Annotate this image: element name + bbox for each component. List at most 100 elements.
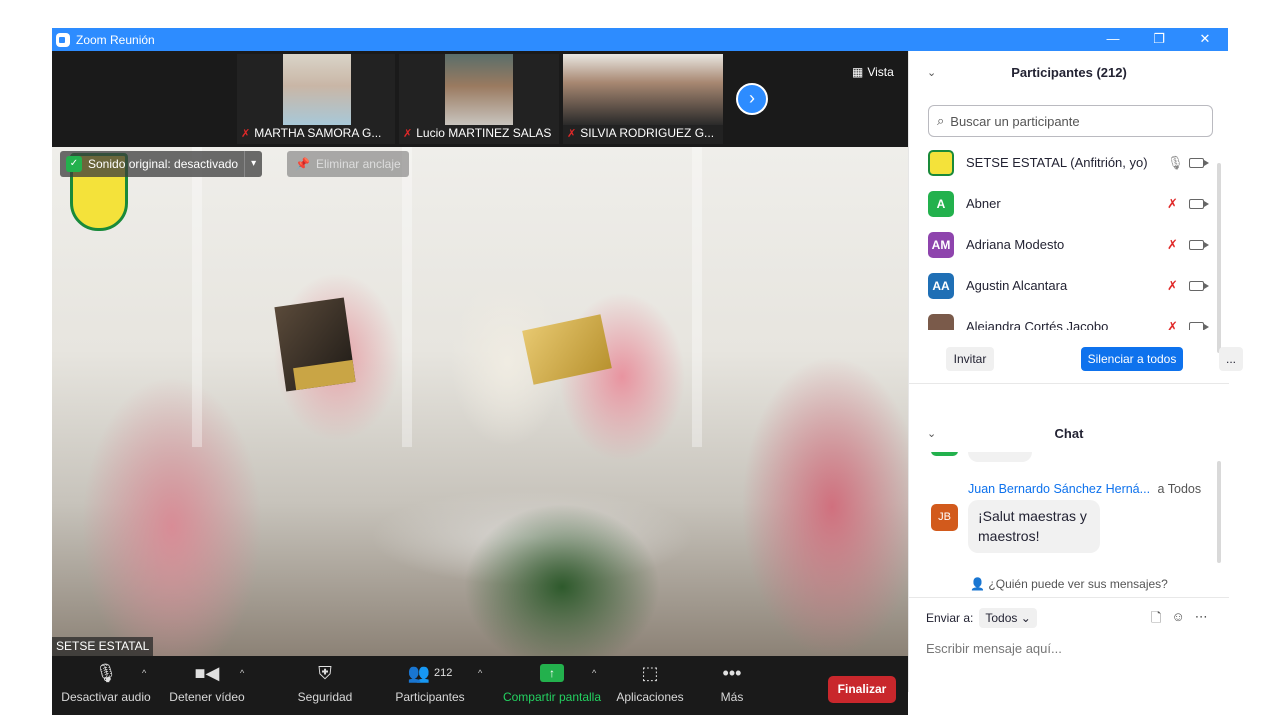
participant-row[interactable]: AM Adriana Modesto ✗ [909, 224, 1219, 265]
stop-video-button[interactable]: ■◀ Detener vídeo [166, 656, 248, 715]
chevron-up-icon[interactable]: ^ [478, 668, 482, 678]
curtain-decor [402, 147, 412, 447]
gift-box-image [522, 314, 612, 385]
view-label: Vista [867, 65, 894, 79]
recipient-select[interactable]: Todos ⌄ [979, 608, 1037, 628]
recipient-value: Todos [985, 611, 1018, 625]
chat-message-input[interactable]: Escribir mensaje aquí... [926, 641, 1062, 656]
invite-button[interactable]: Invitar [946, 347, 994, 371]
more-dots-icon[interactable]: ⋯ [1195, 609, 1208, 631]
participant-row[interactable]: SETSE ESTATAL (Anfitrión, yo) 🎙 [909, 142, 1219, 183]
avatar: AM [928, 231, 954, 258]
chevron-up-icon[interactable]: ^ [142, 668, 146, 678]
apps-button[interactable]: ⬚ Aplicaciones [614, 656, 686, 715]
speaker-name-label: SETSE ESTATAL [52, 637, 154, 656]
avatar: AA [928, 272, 954, 299]
participant-video [283, 54, 351, 125]
chevron-up-icon[interactable]: ^ [240, 668, 244, 678]
participant-name: Alejandra Cortés Jacobo [966, 319, 1109, 330]
participant-thumb[interactable]: ✗ Lucio MARTINEZ SALAS [399, 54, 559, 144]
participant-name: Agustin Alcantara [966, 278, 1068, 293]
mute-audio-button[interactable]: 🎙 Desactivar audio [60, 656, 152, 715]
curtain-decor [192, 147, 202, 447]
more-dots-icon: ••• [722, 662, 742, 683]
more-label: Más [720, 690, 744, 704]
next-page-button[interactable]: › [736, 83, 768, 115]
participant-thumb[interactable]: ✗ MARTHA SAMORA G... [237, 54, 395, 144]
mute-all-button[interactable]: Silenciar a todos [1081, 347, 1183, 371]
send-to-row: Enviar a: Todos ⌄ [926, 607, 1037, 629]
window-title: Zoom Reunión [76, 32, 155, 47]
participant-label: ✗ SILVIA RODRIGUEZ G... [563, 124, 714, 142]
file-icon[interactable]: 🗋 [1151, 609, 1161, 631]
share-screen-button[interactable]: ↑ Compartir pantalla [500, 656, 604, 715]
participants-button[interactable]: 👥 212 Participantes [390, 656, 470, 715]
emoji-icon[interactable]: ☺ [1171, 609, 1184, 631]
who-can-see-label: ¿Quién puede ver sus mensajes? [988, 577, 1168, 591]
divider [909, 383, 1229, 384]
participants-header: ⌄ Participantes (212) [909, 51, 1229, 95]
muted-mic-icon[interactable]: ✗ [1167, 237, 1178, 253]
chat-scrollbar[interactable] [1217, 461, 1221, 563]
collapse-chevron-icon[interactable]: ⌄ [927, 51, 936, 95]
security-button[interactable]: ⛨ Seguridad [292, 656, 358, 715]
view-button[interactable]: ▦ Vista [846, 61, 902, 83]
end-meeting-button[interactable]: Finalizar [828, 676, 896, 703]
participant-video [445, 54, 513, 125]
search-participant-input[interactable]: ⌕ Buscar un participante [928, 105, 1213, 137]
participants-count: 212 [434, 667, 453, 679]
minimize-button[interactable]: — [1090, 28, 1136, 51]
participants-scrollbar[interactable] [1217, 163, 1221, 353]
apps-icon: ⬚ [641, 662, 659, 683]
search-icon: ⌕ [937, 113, 945, 128]
camera-icon[interactable] [1189, 280, 1209, 291]
participant-name: MARTHA SAMORA G... [254, 126, 382, 140]
original-sound-toggle[interactable]: ✓ Sonido original: desactivado ▾ [60, 151, 263, 177]
avatar [931, 452, 958, 456]
participant-row[interactable]: Alejandra Cortés Jacobo ✗ [909, 306, 1219, 330]
muted-mic-icon[interactable]: ✗ [1167, 319, 1178, 331]
participant-name: SILVIA RODRIGUEZ G... [580, 126, 715, 140]
unpin-label: Eliminar anclaje [315, 157, 401, 171]
participant-list: SETSE ESTATAL (Anfitrión, yo) 🎙 A Abner … [909, 142, 1219, 330]
participant-name: SETSE ESTATAL (Anfitrión, yo) [966, 155, 1148, 170]
participant-row[interactable]: AA Agustin Alcantara ✗ [909, 265, 1219, 306]
restore-button[interactable]: ❐ [1136, 28, 1182, 51]
chat-messages: Juan Bernardo Sánchez Herná... a Todos J… [909, 452, 1219, 567]
participant-video [563, 54, 723, 125]
camera-icon[interactable] [1189, 157, 1209, 168]
microphone-icon[interactable]: 🎙 [1167, 155, 1184, 171]
who-can-see-link[interactable]: 👤 ¿Quién puede ver sus mensajes? [909, 577, 1229, 591]
participants-label: Participantes [395, 690, 465, 704]
more-button[interactable]: ••• Más [712, 656, 752, 715]
message-bubble: ¡Salut maestras y maestros! [968, 500, 1100, 553]
close-button[interactable]: ✕ [1182, 28, 1228, 51]
chevron-down-icon[interactable]: ▾ [244, 151, 262, 177]
camera-icon[interactable] [1189, 321, 1209, 330]
participant-name: Adriana Modesto [966, 237, 1065, 252]
participants-panel: ⌄ Participantes (212) ⌕ Buscar un partic… [908, 51, 1243, 692]
unpin-button[interactable]: 📌 Eliminar anclaje [287, 151, 409, 177]
avatar: JB [931, 504, 958, 531]
muted-mic-icon[interactable]: ✗ [1167, 196, 1178, 212]
camera-icon[interactable] [1189, 239, 1209, 250]
participant-row[interactable]: A Abner ✗ [909, 183, 1219, 224]
share-screen-icon: ↑ [540, 664, 564, 682]
camera-icon[interactable] [1189, 198, 1209, 209]
message-bubble [968, 452, 1032, 462]
participant-label: ✗ Lucio MARTINEZ SALAS [399, 124, 551, 142]
shield-check-icon: ✓ [66, 156, 82, 172]
send-to-label: Enviar a: [926, 611, 974, 625]
muted-mic-icon[interactable]: ✗ [1167, 278, 1178, 294]
zoom-logo-icon [56, 32, 70, 47]
video-area: ✗ MARTHA SAMORA G... ✗ Lucio MARTINEZ SALA… [52, 51, 908, 715]
window-controls: — ❐ ✕ [1090, 28, 1228, 51]
video-label: Detener vídeo [169, 690, 245, 704]
participant-thumb[interactable]: ✗ SILVIA RODRIGUEZ G... [563, 54, 723, 144]
curtain-decor [692, 147, 702, 447]
chevron-up-icon[interactable]: ^ [592, 668, 596, 678]
share-screen-label: Compartir pantalla [502, 690, 602, 704]
muted-mic-icon: ✗ [241, 127, 251, 140]
collapse-chevron-icon[interactable]: ⌄ [927, 416, 936, 452]
more-options-button[interactable]: ... [1219, 347, 1243, 371]
